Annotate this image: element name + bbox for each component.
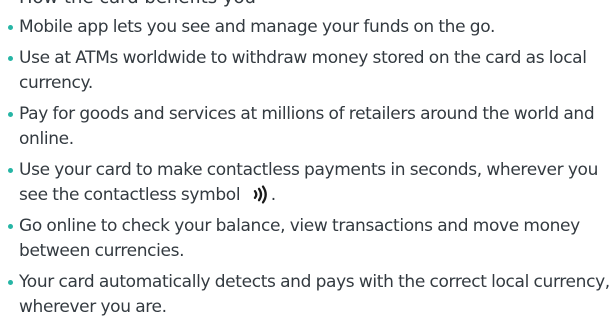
list-item: Use your card to make contactless paymen… — [6, 158, 612, 208]
list-item: Your card automatically detects and pays… — [6, 270, 612, 320]
benefit-text: Use at ATMs worldwide to withdraw money … — [19, 48, 587, 93]
benefit-text: Your card automatically detects and pays… — [19, 272, 610, 317]
sentence-period: . — [270, 185, 276, 205]
benefit-text: Use your card to make contactless paymen… — [19, 160, 599, 205]
benefit-text: Mobile app lets you see and manage your … — [19, 17, 496, 37]
bullet-icon — [8, 168, 13, 173]
list-item: Mobile app lets you see and manage your … — [6, 15, 612, 40]
bullet-icon — [8, 112, 13, 117]
bullet-icon — [8, 25, 13, 30]
list-item: Pay for goods and services at millions o… — [6, 102, 612, 152]
benefit-text: Go online to check your balance, view tr… — [19, 216, 580, 261]
contactless-icon — [253, 185, 267, 204]
bullet-icon — [8, 56, 13, 61]
bullet-icon — [8, 280, 13, 285]
benefits-list: Mobile app lets you see and manage your … — [6, 15, 612, 326]
benefit-text: Pay for goods and services at millions o… — [19, 104, 595, 149]
list-item: Use at ATMs worldwide to withdraw money … — [6, 46, 612, 96]
section-heading: How the card benefits you — [19, 0, 256, 8]
bullet-icon — [8, 224, 13, 229]
list-item: Go online to check your balance, view tr… — [6, 214, 612, 264]
